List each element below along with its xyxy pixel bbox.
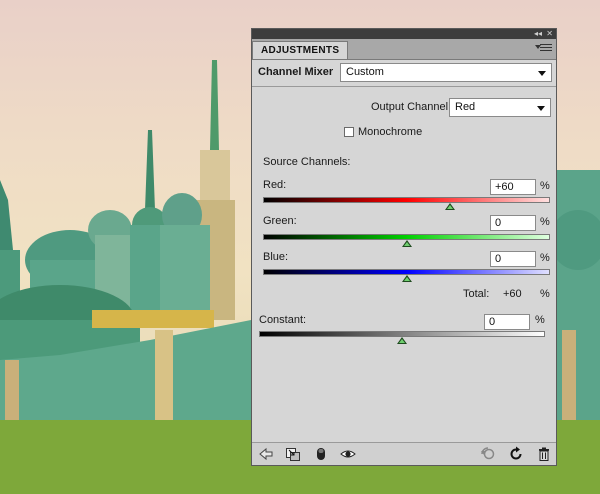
panel-menu-icon[interactable] bbox=[535, 44, 552, 53]
preset-value: Custom bbox=[346, 66, 384, 78]
channel-blue-unit: % bbox=[540, 252, 550, 264]
channel-blue-input[interactable]: 0 bbox=[490, 251, 536, 267]
clip-to-layer-icon[interactable] bbox=[285, 446, 301, 462]
channel-red-input[interactable]: +60 bbox=[490, 179, 536, 195]
channel-green-unit: % bbox=[540, 216, 550, 228]
back-arrow-icon[interactable] bbox=[258, 446, 274, 462]
channel-red-label: Red: bbox=[263, 179, 287, 191]
constant-input[interactable]: 0 bbox=[484, 314, 530, 330]
trash-icon[interactable] bbox=[536, 446, 552, 462]
channel-blue-label: Blue: bbox=[263, 251, 289, 263]
monochrome-checkbox[interactable] bbox=[344, 127, 354, 137]
reset-icon[interactable] bbox=[508, 446, 524, 462]
previous-state-icon[interactable] bbox=[480, 446, 496, 462]
chevron-down-icon bbox=[537, 106, 545, 111]
panel-title-bar[interactable]: ◂◂ ✕ bbox=[252, 29, 556, 39]
adjustments-panel: ◂◂ ✕ ADJUSTMENTS Channel Mixer Custom Ou… bbox=[251, 28, 557, 466]
panel-tab-bar: ADJUSTMENTS bbox=[252, 39, 556, 60]
total-label: Total: bbox=[463, 288, 490, 300]
channel-green-input[interactable]: 0 bbox=[490, 215, 536, 231]
monochrome-label: Monochrome bbox=[358, 126, 423, 138]
collapse-icon[interactable]: ◂◂ bbox=[534, 29, 542, 39]
total-value: +60 bbox=[503, 288, 522, 300]
constant-label: Constant: bbox=[259, 314, 307, 326]
source-channels-label: Source Channels: bbox=[263, 156, 351, 168]
mask-icon[interactable] bbox=[313, 446, 329, 462]
total-unit: % bbox=[540, 288, 550, 300]
channel-green-label: Green: bbox=[263, 215, 297, 227]
output-channel-label: Output Channel: bbox=[371, 101, 452, 113]
constant-unit: % bbox=[535, 314, 545, 326]
channel-red-unit: % bbox=[540, 180, 550, 192]
adjustment-title: Channel Mixer bbox=[258, 66, 334, 78]
output-channel-value: Red bbox=[455, 101, 476, 113]
close-icon[interactable]: ✕ bbox=[546, 29, 553, 39]
output-channel-dropdown[interactable]: Red bbox=[449, 98, 551, 117]
visibility-eye-icon[interactable] bbox=[340, 446, 356, 462]
tab-adjustments[interactable]: ADJUSTMENTS bbox=[252, 41, 349, 59]
panel-footer-toolbar bbox=[252, 442, 556, 465]
preset-dropdown[interactable]: Custom bbox=[340, 63, 552, 82]
channel-red-slider[interactable] bbox=[263, 197, 550, 203]
adjustment-header: Channel Mixer Custom bbox=[252, 60, 556, 87]
chevron-down-icon bbox=[538, 71, 546, 76]
